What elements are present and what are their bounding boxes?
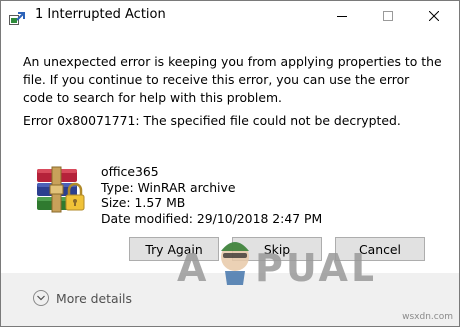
minimize-icon xyxy=(337,16,347,17)
more-details-toggle[interactable]: More details xyxy=(33,290,132,306)
more-details-label: More details xyxy=(56,290,132,306)
title-bar[interactable]: 1 Interrupted Action xyxy=(1,1,459,31)
maximize-button[interactable] xyxy=(365,1,411,31)
minimize-button[interactable] xyxy=(319,1,365,31)
watermark-text-left: A xyxy=(177,246,209,290)
site-url: wsxdn.com xyxy=(402,312,453,322)
chevron-down-icon xyxy=(33,290,49,306)
dialog-window: 1 Interrupted Action An unexpected error… xyxy=(0,0,460,327)
file-copy-icon xyxy=(9,10,25,25)
error-code: Error 0x80071771: The specified file cou… xyxy=(23,113,401,128)
close-button[interactable] xyxy=(411,1,457,31)
error-message: An unexpected error is keeping you from … xyxy=(23,54,442,105)
file-size: Size: 1.57 MB xyxy=(101,195,186,210)
window-title: 1 Interrupted Action xyxy=(35,7,166,22)
close-icon xyxy=(429,11,439,21)
watermark-text-right: PUALS xyxy=(255,246,373,290)
file-name: office365 xyxy=(101,164,159,179)
file-date-modified: Date modified: 29/10/2018 2:47 PM xyxy=(101,210,323,226)
file-type: Type: WinRAR archive xyxy=(101,179,236,195)
mascot-icon xyxy=(221,242,249,285)
maximize-icon xyxy=(383,11,393,21)
file-details: office365 Type: WinRAR archive Size: 1.5… xyxy=(101,164,322,226)
winrar-archive-icon xyxy=(35,165,91,223)
appuals-watermark: A PUALS xyxy=(177,242,373,290)
